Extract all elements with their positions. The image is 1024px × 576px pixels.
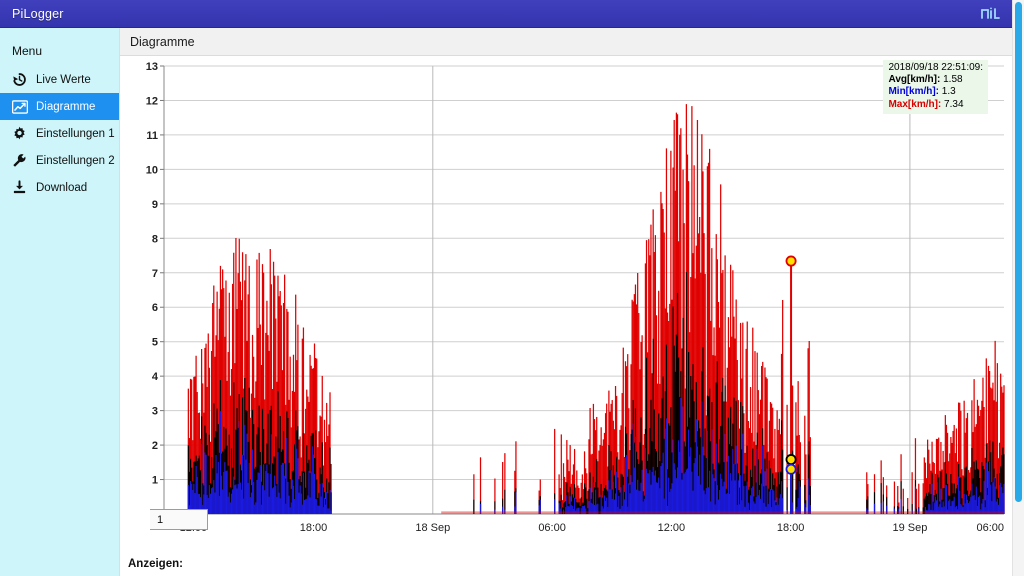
svg-text:7: 7 (152, 268, 158, 280)
vertical-scrollbar[interactable] (1012, 0, 1024, 576)
download-icon (10, 180, 29, 196)
app-window: PiLogger Menu Live Werte Diagramme Einst… (0, 0, 1024, 576)
sidebar-item-download[interactable]: Download (0, 174, 119, 201)
svg-text:12: 12 (146, 95, 158, 107)
tooltip-max-value: 7.34 (944, 98, 964, 110)
tooltip-avg-row: Avg[km/h]: 1.58 (888, 74, 983, 86)
title-bar: PiLogger (0, 0, 1012, 28)
svg-text:11: 11 (146, 130, 158, 142)
svg-text:18 Sep: 18 Sep (415, 522, 450, 534)
svg-text:3: 3 (152, 406, 158, 418)
pil-logo-icon (978, 3, 1004, 25)
sidebar-item-einstellungen-2[interactable]: Einstellungen 2 (0, 147, 119, 174)
svg-text:12:00: 12:00 (658, 522, 686, 534)
svg-text:06:00: 06:00 (976, 522, 1004, 534)
chart-container[interactable]: 01234567891011121312:0018:0018 Sep06:001… (120, 56, 1012, 552)
chart-footer: Anzeigen: (120, 552, 1012, 576)
chart-stats-tooltip: 2018/09/18 22:51:09: Avg[km/h]: 1.58 Min… (883, 60, 988, 114)
sidebar-item-label: Diagramme (36, 100, 96, 113)
sidebar-item-label: Live Werte (36, 73, 91, 86)
sidebar-heading: Menu (12, 44, 43, 58)
svg-text:6: 6 (152, 302, 158, 314)
wrench-icon (10, 153, 29, 169)
speed-chart[interactable]: 01234567891011121312:0018:0018 Sep06:001… (120, 56, 1012, 552)
series-legend-label: 1 (157, 513, 164, 526)
svg-text:18:00: 18:00 (300, 522, 328, 534)
tooltip-timestamp: 2018/09/18 22:51:09: (888, 62, 983, 73)
page-title: Diagramme (130, 34, 195, 49)
gear-icon (10, 126, 29, 142)
svg-text:06:00: 06:00 (538, 522, 566, 534)
svg-text:19 Sep: 19 Sep (892, 522, 927, 534)
tooltip-min-row: Min[km/h]: 1.3 (888, 86, 983, 98)
svg-text:13: 13 (146, 61, 158, 73)
sidebar-item-label: Einstellungen 1 (36, 127, 115, 140)
svg-text:1: 1 (152, 475, 158, 487)
svg-text:5: 5 (152, 337, 158, 349)
sidebar-item-label: Download (36, 181, 88, 194)
tooltip-min-value: 1.3 (941, 86, 956, 98)
sidebar-item-diagramme[interactable]: Diagramme (0, 93, 119, 120)
chart-line-icon (10, 99, 29, 115)
tooltip-avg-key: Avg[km/h]: (888, 74, 941, 86)
sidebar: Menu Live Werte Diagramme Einstellungen … (0, 28, 120, 576)
series-legend[interactable]: 1 (150, 509, 208, 530)
sidebar-item-einstellungen-1[interactable]: Einstellungen 1 (0, 120, 119, 147)
app-title: PiLogger (12, 6, 64, 21)
tooltip-max-key: Max[km/h]: (888, 98, 942, 110)
sidebar-item-live-werte[interactable]: Live Werte (0, 66, 119, 93)
scrollbar-thumb[interactable] (1015, 2, 1022, 502)
clock-history-icon (10, 72, 29, 88)
tooltip-min-key: Min[km/h]: (888, 86, 940, 98)
svg-text:8: 8 (152, 233, 158, 245)
content-area: Diagramme 01234567891011121312:0018:0018… (120, 28, 1012, 576)
page-header: Diagramme (120, 28, 1012, 56)
tooltip-avg-value: 1.58 (943, 74, 963, 86)
svg-text:10: 10 (146, 164, 158, 176)
tooltip-max-row: Max[km/h]: 7.34 (888, 99, 983, 111)
svg-text:9: 9 (152, 199, 158, 211)
svg-text:18:00: 18:00 (777, 522, 805, 534)
svg-text:2: 2 (152, 440, 158, 452)
sidebar-item-label: Einstellungen 2 (36, 154, 115, 167)
anzeigen-label: Anzeigen: (128, 558, 183, 570)
svg-text:4: 4 (152, 371, 159, 383)
